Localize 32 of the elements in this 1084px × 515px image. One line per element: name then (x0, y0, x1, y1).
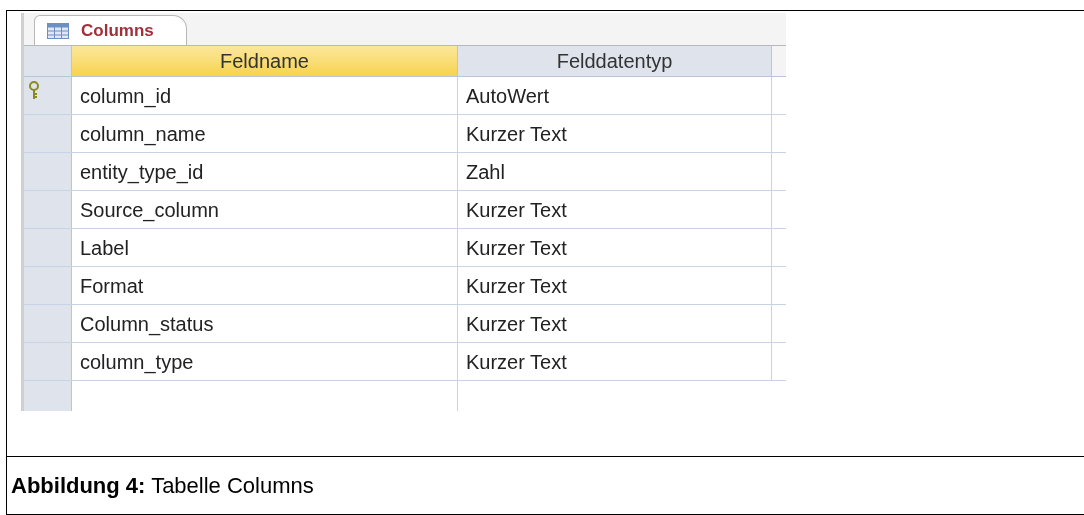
table-cell: Kurzer Text (457, 305, 772, 342)
table-cell-text: Column_status (79, 311, 215, 338)
table-cell-text: column_id (79, 83, 173, 110)
table-cell: Kurzer Text (457, 115, 772, 152)
row-selector[interactable] (24, 267, 72, 304)
table-cell: Kurzer Text (457, 229, 772, 266)
table-cell-text: Source_column (79, 197, 220, 224)
figure-caption: Abbildung 4: Tabelle Columns (11, 472, 314, 500)
table-cell: Zahl (457, 153, 772, 190)
row-selector[interactable] (24, 191, 72, 228)
key-icon (28, 81, 40, 101)
select-all-corner[interactable] (24, 46, 72, 76)
table-icon (47, 22, 69, 39)
table-cell-text: column_name (79, 121, 207, 148)
row-selector[interactable] (24, 115, 72, 152)
table-cell: Kurzer Text (457, 267, 772, 304)
row-selector[interactable] (24, 305, 72, 342)
row-selector[interactable] (24, 77, 72, 114)
row-selector[interactable] (24, 343, 72, 380)
table-cell-text: entity_type_id (79, 159, 205, 186)
table-cell-text: Label (79, 235, 130, 261)
table-cell: Kurzer Text (457, 343, 772, 380)
table-cell: Kurzer Text (457, 191, 772, 228)
table-cell-text: Format (79, 273, 145, 299)
column-header[interactable]: Felddatentyp (457, 46, 772, 76)
column-header[interactable]: Feldname (72, 46, 457, 76)
row-selector[interactable] (24, 381, 72, 411)
table-cell: AutoWert (457, 77, 772, 114)
row-selector[interactable] (24, 153, 72, 190)
table-tab[interactable]: Columns (34, 15, 187, 45)
row-selector[interactable] (24, 229, 72, 266)
table-cell-text: column_type (79, 349, 195, 376)
